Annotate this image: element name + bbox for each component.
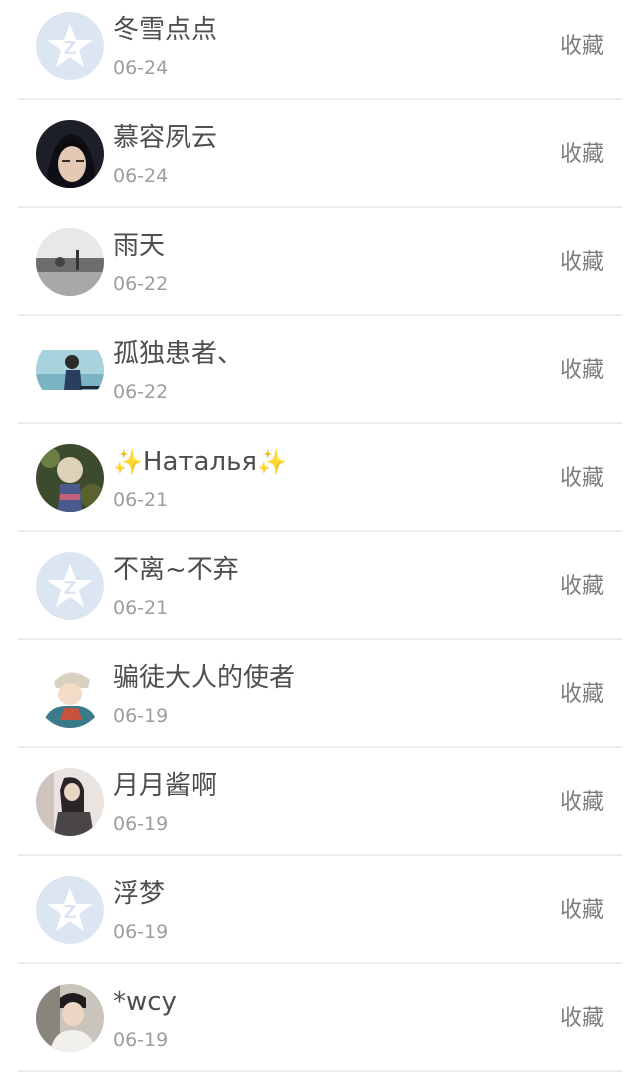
user-name[interactable]: 冬雪点点	[113, 14, 217, 46]
cartoon-boy-avatar[interactable]	[36, 660, 104, 728]
svg-text:Z: Z	[63, 38, 76, 59]
user-name[interactable]: 月月酱啊	[113, 770, 217, 802]
visit-date: 06-22	[113, 273, 169, 295]
user-name[interactable]: *wcy	[113, 986, 177, 1018]
favorite-button[interactable]: 收藏	[560, 248, 604, 278]
list-item[interactable]: 慕容夙云 06-24 收藏	[0, 100, 640, 208]
visit-date: 06-19	[113, 1029, 169, 1051]
girl-hat-avatar[interactable]	[36, 444, 104, 512]
boy-portrait-avatar[interactable]	[36, 984, 104, 1052]
girl-sitting-avatar[interactable]	[36, 768, 104, 836]
list-item[interactable]: 孤独患者、 06-22 收藏	[0, 316, 640, 424]
default-qzone-avatar[interactable]: Z	[36, 552, 104, 620]
rainy-street-avatar[interactable]	[36, 228, 104, 296]
favorite-button[interactable]: 收藏	[560, 572, 604, 602]
visit-date: 06-21	[113, 489, 169, 511]
sparkle-icon: ✨	[257, 448, 287, 476]
user-name-text: Наталья	[142, 447, 258, 477]
list-item[interactable]: 骗徒大人的使者 06-19 收藏	[0, 640, 640, 748]
svg-text:Z: Z	[63, 902, 76, 923]
favorite-button[interactable]: 收藏	[560, 788, 604, 818]
visit-date: 06-19	[113, 921, 169, 943]
list-item[interactable]: *wcy 06-19 收藏	[0, 964, 640, 1072]
user-name[interactable]: 雨天	[113, 230, 165, 262]
favorite-button[interactable]: 收藏	[560, 32, 604, 62]
user-name[interactable]: 孤独患者、	[113, 338, 243, 370]
favorite-button[interactable]: 收藏	[560, 680, 604, 710]
anime-girl-avatar[interactable]	[36, 120, 104, 188]
user-name[interactable]: 不离~不弃	[113, 554, 239, 586]
svg-text:Z: Z	[63, 578, 76, 599]
sparkle-icon: ✨	[113, 448, 143, 476]
visit-date: 06-19	[113, 813, 169, 835]
favorite-button[interactable]: 收藏	[560, 356, 604, 386]
favorite-button[interactable]: 收藏	[560, 140, 604, 170]
user-name[interactable]: 浮梦	[113, 878, 165, 910]
row-divider	[18, 1070, 622, 1072]
favorite-button[interactable]: 收藏	[560, 1004, 604, 1034]
girl-seaside-avatar[interactable]	[36, 336, 104, 404]
default-qzone-avatar[interactable]: Z	[36, 12, 104, 80]
list-item[interactable]: ✨Наталья✨ 06-21 收藏	[0, 424, 640, 532]
visitor-list: Z 冬雪点点 06-24 收藏 慕容夙云 06-24 收藏 雨天 06-22 收…	[0, 0, 640, 1080]
visit-date: 06-24	[113, 165, 169, 187]
list-item[interactable]: Z 冬雪点点 06-24 收藏	[0, 0, 640, 100]
user-name[interactable]: ✨Наталья✨	[113, 446, 287, 478]
list-item[interactable]: 雨天 06-22 收藏	[0, 208, 640, 316]
visit-date: 06-21	[113, 597, 169, 619]
favorite-button[interactable]: 收藏	[560, 464, 604, 494]
list-item[interactable]: 月月酱啊 06-19 收藏	[0, 748, 640, 856]
favorite-button[interactable]: 收藏	[560, 896, 604, 926]
list-item[interactable]: Z 浮梦 06-19 收藏	[0, 856, 640, 964]
user-name[interactable]: 慕容夙云	[113, 122, 217, 154]
user-name[interactable]: 骗徒大人的使者	[113, 662, 295, 694]
default-qzone-avatar[interactable]: Z	[36, 876, 104, 944]
visit-date: 06-24	[113, 57, 169, 79]
visit-date: 06-22	[113, 381, 169, 403]
visit-date: 06-19	[113, 705, 169, 727]
list-item[interactable]: Z 不离~不弃 06-21 收藏	[0, 532, 640, 640]
